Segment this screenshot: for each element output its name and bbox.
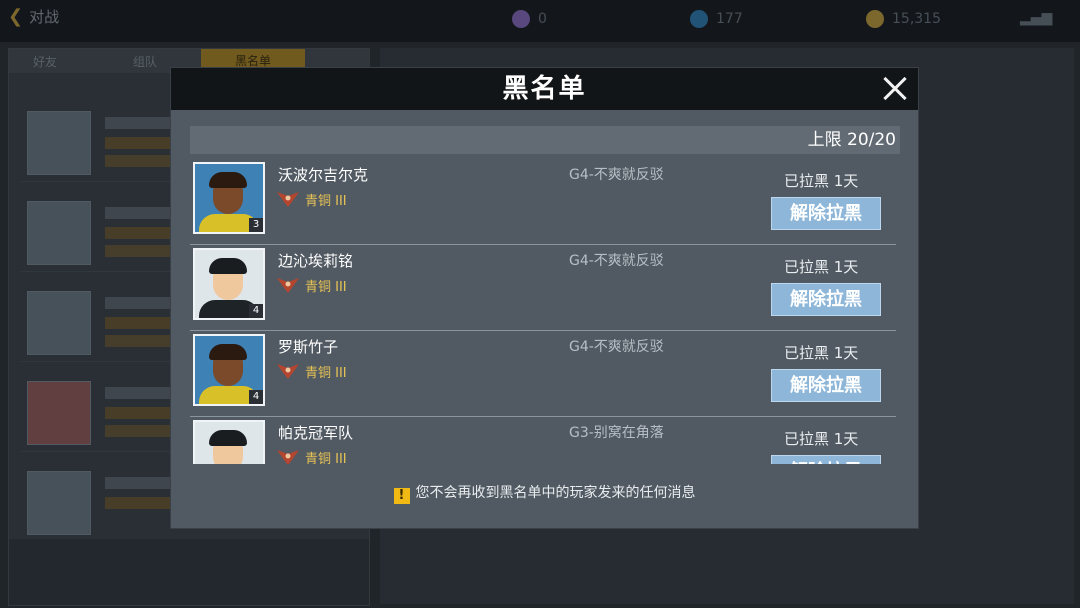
blocked-duration: 已拉黑 1天: [784, 258, 859, 276]
warning-icon: !: [393, 488, 410, 504]
rank-label: 青铜 III: [305, 194, 347, 209]
level-badge: 4: [249, 304, 263, 318]
player-name: 沃波尔吉尔克: [278, 166, 369, 184]
short-hair-avatar: 4: [193, 248, 265, 320]
rank-label: 青铜 III: [305, 280, 347, 295]
level-badge: 3: [249, 218, 263, 232]
rank-label: 青铜 III: [305, 452, 347, 464]
level-badge: 4: [249, 390, 263, 404]
dialog-title: 黑名单: [502, 74, 587, 104]
list-item: 4 帕克冠军队 青铜 III G3-别窝在角落 已拉黑 1天 解除拉黑: [190, 416, 896, 464]
short-hair-avatar: 4: [193, 420, 265, 464]
unblock-button[interactable]: 解除拉黑: [771, 369, 881, 402]
player-name: 罗斯竹子: [278, 338, 339, 356]
list-item: 3 沃波尔吉尔克 青铜 III G4-不爽就反驳 已拉黑 1天 解除拉黑: [190, 158, 896, 245]
dreadlocks-avatar: 4: [193, 334, 265, 406]
notice-text: 您不会再收到黑名单中的玩家发来的任何消息: [415, 485, 696, 501]
rank-label: 青铜 III: [305, 366, 347, 381]
team-name: G4-不爽就反驳: [569, 253, 664, 269]
team-name: G4-不爽就反驳: [569, 339, 664, 355]
blocked-duration: 已拉黑 1天: [784, 344, 859, 362]
player-name: 帕克冠军队: [278, 424, 354, 442]
list-item: 4 罗斯竹子 青铜 III G4-不爽就反驳 已拉黑 1天 解除拉黑: [190, 330, 896, 417]
blacklist-notice: ! 您不会再收到黑名单中的玩家发来的任何消息: [171, 482, 918, 504]
limit-bar: 上限 20/20: [190, 126, 900, 154]
blocked-duration: 已拉黑 1天: [784, 430, 859, 448]
team-name: G4-不爽就反驳: [569, 167, 664, 183]
blacklist-dialog: 黑名单 上限 20/20 3 沃波尔吉尔克 青铜 III G4-不爽就反驳 已拉…: [171, 68, 918, 528]
bronze-rank-icon: [277, 192, 299, 207]
blacklist-list[interactable]: 3 沃波尔吉尔克 青铜 III G4-不爽就反驳 已拉黑 1天 解除拉黑 4 边…: [190, 158, 902, 464]
player-name: 边沁埃莉铭: [278, 252, 354, 270]
bronze-rank-icon: [277, 450, 299, 464]
team-name: G3-别窝在角落: [569, 425, 664, 441]
unblock-button[interactable]: 解除拉黑: [771, 283, 881, 316]
list-item: 4 边沁埃莉铭 青铜 III G4-不爽就反驳 已拉黑 1天 解除拉黑: [190, 244, 896, 331]
bronze-rank-icon: [277, 278, 299, 293]
blacklist-limit: 上限 20/20: [807, 130, 896, 150]
dreadlocks-avatar: 3: [193, 162, 265, 234]
dialog-header: 黑名单: [171, 68, 918, 110]
unblock-button[interactable]: 解除拉黑: [771, 197, 881, 230]
blocked-duration: 已拉黑 1天: [784, 172, 859, 190]
bronze-rank-icon: [277, 364, 299, 379]
close-icon[interactable]: [878, 72, 912, 106]
unblock-button[interactable]: 解除拉黑: [771, 455, 881, 464]
